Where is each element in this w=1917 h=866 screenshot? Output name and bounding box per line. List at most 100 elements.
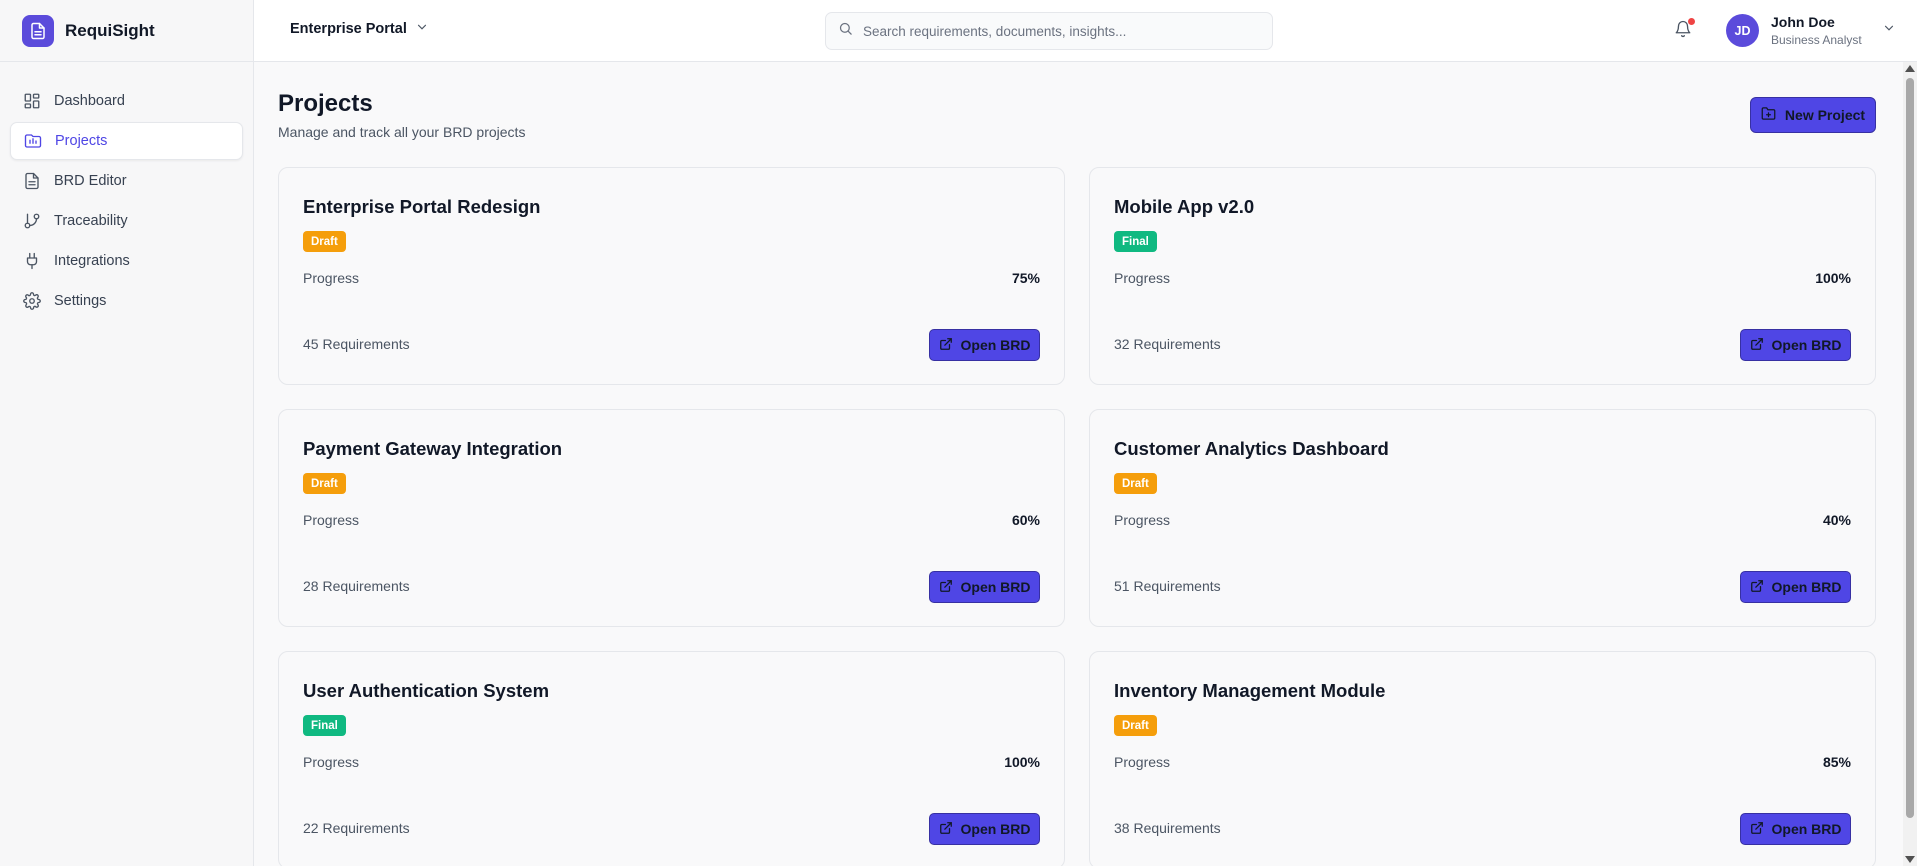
folder-chart-icon	[23, 131, 43, 151]
sidebar-item-brd-editor[interactable]: BRD Editor	[10, 162, 243, 200]
progress-label: Progress	[303, 512, 360, 528]
chevron-down-icon	[1882, 21, 1896, 40]
folder-plus-icon	[1761, 106, 1785, 124]
scroll-down-arrow-icon[interactable]	[1905, 856, 1915, 863]
status-badge: Final	[1114, 231, 1157, 252]
dashboard-icon	[22, 91, 42, 111]
progress-value: 75%	[1011, 270, 1040, 286]
document-icon	[22, 14, 54, 47]
chevron-down-icon	[415, 20, 429, 38]
search-input[interactable]	[863, 23, 1243, 39]
project-card: User Authentication System Final Progres…	[278, 651, 1065, 866]
project-card: Inventory Management Module Draft Progre…	[1089, 651, 1876, 866]
user-name: John Doe	[1771, 14, 1835, 30]
sidebar-item-projects[interactable]: Projects	[10, 122, 243, 160]
search-box	[825, 12, 1273, 50]
project-card: Mobile App v2.0 Final Progress 100% 32 R…	[1089, 167, 1876, 385]
sidebar-item-integrations[interactable]: Integrations	[10, 242, 243, 280]
notification-dot	[1688, 18, 1695, 25]
portal-selector[interactable]: Enterprise Portal	[290, 20, 429, 38]
user-menu[interactable]: JD John Doe Business Analyst	[1726, 14, 1896, 47]
notification-bell[interactable]	[1674, 18, 1695, 42]
new-project-label: New Project	[1784, 107, 1866, 123]
project-title: Customer Analytics Dashboard	[1114, 438, 1389, 459]
sidebar-item-label: Traceability	[54, 213, 128, 229]
open-brd-label: Open BRD	[960, 579, 1031, 595]
status-badge: Draft	[1114, 715, 1157, 736]
open-brd-label: Open BRD	[1771, 337, 1842, 353]
gear-icon	[22, 291, 42, 311]
bell-icon	[1674, 20, 1692, 42]
progress-value: 85%	[1822, 754, 1851, 770]
scrollbar-thumb[interactable]	[1906, 78, 1914, 818]
topbar: Enterprise Portal JD John Doe Business A…	[254, 0, 1917, 62]
external-link-icon	[939, 821, 961, 838]
sidebar-item-label: Projects	[55, 133, 108, 149]
project-card: Payment Gateway Integration Draft Progre…	[278, 409, 1065, 627]
open-brd-label: Open BRD	[960, 821, 1031, 837]
portal-selector-label: Enterprise Portal	[290, 21, 407, 37]
project-title: Inventory Management Module	[1114, 680, 1386, 701]
open-brd-button[interactable]: Open BRD	[1740, 571, 1851, 603]
external-link-icon	[1750, 821, 1772, 838]
vertical-scrollbar[interactable]	[1903, 62, 1917, 866]
open-brd-button[interactable]: Open BRD	[929, 571, 1040, 603]
project-title: Mobile App v2.0	[1114, 196, 1255, 217]
open-brd-label: Open BRD	[960, 337, 1031, 353]
requirements-count: 28 Requirements	[303, 578, 410, 594]
page-subtitle: Manage and track all your BRD projects	[278, 124, 526, 140]
status-badge: Draft	[303, 473, 346, 494]
avatar: JD	[1726, 14, 1759, 47]
requirements-count: 32 Requirements	[1114, 336, 1221, 352]
sidebar-nav: Dashboard Projects BRD Editor Traceabili…	[0, 62, 253, 320]
project-card: Customer Analytics Dashboard Draft Progr…	[1089, 409, 1876, 627]
status-badge: Draft	[303, 231, 346, 252]
progress-value: 40%	[1822, 512, 1851, 528]
project-card: Enterprise Portal Redesign Draft Progres…	[278, 167, 1065, 385]
document-icon	[22, 171, 42, 191]
new-project-button[interactable]: New Project	[1750, 97, 1876, 133]
external-link-icon	[939, 579, 961, 596]
status-badge: Final	[303, 715, 346, 736]
external-link-icon	[1750, 579, 1772, 596]
external-link-icon	[1750, 337, 1772, 354]
page-title: Projects	[278, 90, 373, 117]
requirements-count: 38 Requirements	[1114, 820, 1221, 836]
sidebar-item-label: Settings	[54, 293, 107, 309]
progress-label: Progress	[1114, 754, 1171, 770]
requirements-count: 51 Requirements	[1114, 578, 1221, 594]
sidebar-item-label: Dashboard	[54, 93, 125, 109]
open-brd-button[interactable]: Open BRD	[1740, 813, 1851, 845]
open-brd-label: Open BRD	[1771, 821, 1842, 837]
requirements-count: 45 Requirements	[303, 336, 410, 352]
progress-label: Progress	[1114, 512, 1171, 528]
progress-label: Progress	[303, 270, 360, 286]
open-brd-button[interactable]: Open BRD	[1740, 329, 1851, 361]
brand[interactable]: RequiSight	[0, 0, 253, 62]
sidebar-item-label: Integrations	[54, 253, 130, 269]
sidebar-item-traceability[interactable]: Traceability	[10, 202, 243, 240]
project-grid: Enterprise Portal Redesign Draft Progres…	[278, 167, 1876, 866]
progress-value: 100%	[1004, 754, 1040, 770]
sidebar: RequiSight Dashboard Projects BRD Editor…	[0, 0, 254, 866]
open-brd-button[interactable]: Open BRD	[929, 813, 1040, 845]
sidebar-item-settings[interactable]: Settings	[10, 282, 243, 320]
external-link-icon	[939, 337, 961, 354]
sidebar-item-dashboard[interactable]: Dashboard	[10, 82, 243, 120]
requirements-count: 22 Requirements	[303, 820, 410, 836]
scroll-up-arrow-icon[interactable]	[1905, 65, 1915, 72]
status-badge: Draft	[1114, 473, 1157, 494]
search-icon	[838, 21, 853, 41]
user-role: Business Analyst	[1771, 33, 1862, 47]
project-title: User Authentication System	[303, 680, 550, 701]
project-title: Enterprise Portal Redesign	[303, 196, 541, 217]
progress-label: Progress	[303, 754, 360, 770]
project-title: Payment Gateway Integration	[303, 438, 563, 459]
progress-value: 100%	[1815, 270, 1851, 286]
sidebar-item-label: BRD Editor	[54, 173, 127, 189]
app-name: RequiSight	[65, 20, 155, 40]
plug-icon	[22, 251, 42, 271]
open-brd-button[interactable]: Open BRD	[929, 329, 1040, 361]
user-info: John Doe Business Analyst	[1771, 14, 1862, 47]
open-brd-label: Open BRD	[1771, 579, 1842, 595]
